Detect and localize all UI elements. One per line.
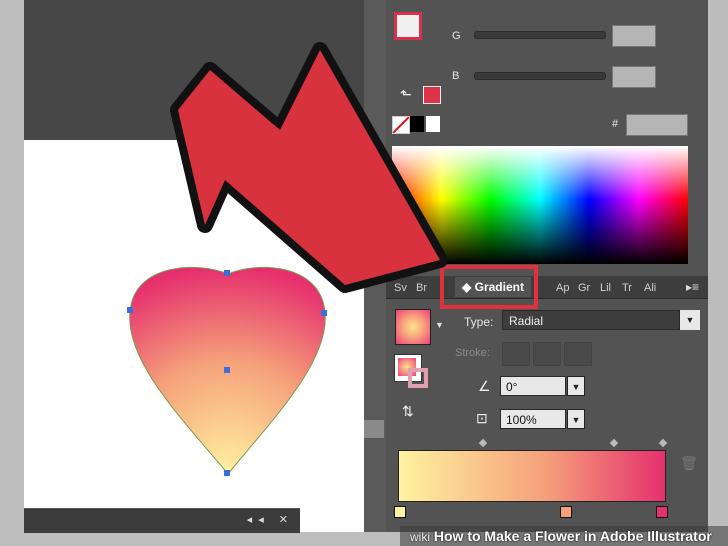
anchor-point[interactable] xyxy=(127,307,133,313)
type-select[interactable]: Radial xyxy=(502,310,680,330)
panel-menu-icon[interactable]: ▸≡ xyxy=(686,280,699,294)
stroke-label: Stroke: xyxy=(455,347,490,359)
stroke-within-button[interactable] xyxy=(502,342,530,366)
color-stop[interactable] xyxy=(656,506,668,518)
bottom-panel-dock: ◂◂ ✕ xyxy=(24,508,300,533)
color-stop[interactable] xyxy=(394,506,406,518)
tab-align[interactable]: Ali xyxy=(644,282,656,294)
wiki-logo: wiki xyxy=(410,530,430,544)
stroke-box[interactable] xyxy=(408,368,428,388)
pointer-arrow xyxy=(170,42,448,293)
g-value-field[interactable] xyxy=(612,25,656,47)
angle-dropdown-button[interactable]: ▼ xyxy=(567,376,585,396)
type-select-value: Radial xyxy=(509,314,544,328)
panel-edge xyxy=(708,0,728,546)
hex-field[interactable] xyxy=(626,114,688,136)
tab-transparency[interactable]: Tr xyxy=(622,282,632,294)
delete-stop-icon[interactable]: 🗑 xyxy=(680,455,698,472)
close-icon[interactable]: ✕ xyxy=(279,514,294,526)
aspect-ratio-value: 100% xyxy=(506,413,537,427)
reverse-gradient-icon[interactable]: ⇅ xyxy=(402,403,414,420)
stroke-across-button[interactable] xyxy=(564,342,592,366)
b-value-field[interactable] xyxy=(612,66,656,88)
collapse-icon[interactable]: ◂◂ xyxy=(247,514,270,526)
color-stop[interactable] xyxy=(560,506,572,518)
caption-text: wiki How to Make a Flower in Adobe Illus… xyxy=(410,528,712,544)
stroke-along-button[interactable] xyxy=(533,342,561,366)
aspect-dropdown-button[interactable]: ▼ xyxy=(567,409,585,429)
anchor-point[interactable] xyxy=(321,310,327,316)
b-slider[interactable] xyxy=(474,72,606,80)
angle-icon: ∠ xyxy=(478,378,491,394)
gradient-dropdown-icon[interactable]: ▼ xyxy=(435,320,444,330)
scrollbar-thumb[interactable] xyxy=(364,420,384,438)
dock-controls[interactable]: ◂◂ ✕ xyxy=(247,513,294,526)
aspect-ratio-field[interactable]: 100% xyxy=(500,409,566,429)
type-label: Type: xyxy=(464,315,494,329)
hex-label: # xyxy=(612,118,619,130)
tab-appearance[interactable]: Ap xyxy=(556,282,569,294)
tab-links[interactable]: Lil xyxy=(600,282,611,294)
how-title: How to Make a Flower in Adobe Illustrato… xyxy=(433,528,712,544)
angle-value: 0° xyxy=(506,380,518,394)
center-point[interactable] xyxy=(224,367,230,373)
angle-field[interactable]: 0° xyxy=(500,376,566,396)
gradient-preview-swatch[interactable] xyxy=(395,309,431,345)
fill-stroke-swatch[interactable] xyxy=(394,12,422,40)
anchor-point[interactable] xyxy=(224,470,230,476)
g-slider[interactable] xyxy=(474,31,606,39)
tab-graphic-styles[interactable]: Gr xyxy=(578,282,590,294)
gradient-slider[interactable] xyxy=(398,450,666,502)
type-dropdown-button[interactable]: ▼ xyxy=(680,310,700,330)
aspect-ratio-icon: ⊡ xyxy=(476,410,488,426)
